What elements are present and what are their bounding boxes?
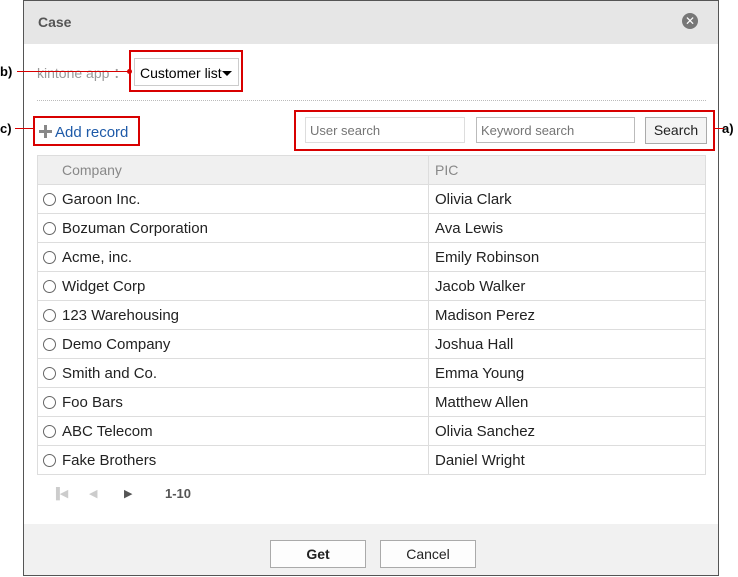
annotation-box-a — [294, 110, 715, 151]
company-cell: ABC Telecom — [56, 416, 429, 446]
company-cell: 123 Warehousing — [56, 300, 429, 330]
table-row[interactable]: Acme, inc. Emily Robinson — [37, 242, 706, 272]
pic-cell: Olivia Clark — [428, 184, 706, 214]
annotation-line-b — [17, 71, 129, 72]
dialog-title: Case — [38, 14, 72, 30]
annotation-label-a: a) — [722, 121, 734, 136]
row-radio-button[interactable] — [43, 425, 56, 439]
company-cell: Fake Brothers — [56, 445, 429, 475]
annotation-line-c — [15, 128, 33, 129]
row-radio-cell — [37, 329, 56, 359]
next-page-icon[interactable]: ▶ — [124, 487, 132, 500]
row-radio-button[interactable] — [43, 454, 56, 468]
annotation-label-c: c) — [0, 121, 12, 136]
table-row[interactable]: Smith and Co. Emma Young — [37, 358, 706, 388]
table-body: Garoon Inc. Olivia Clark Bozuman Corporati… — [37, 184, 706, 475]
pic-cell: Emily Robinson — [428, 242, 706, 272]
row-radio-cell — [37, 184, 56, 214]
row-radio-button[interactable] — [43, 309, 56, 323]
row-radio-cell — [37, 242, 56, 272]
row-radio-button[interactable] — [43, 396, 56, 410]
app-selector-label: kintone app ： — [37, 65, 128, 81]
pic-cell: Jacob Walker — [428, 271, 706, 301]
row-radio-cell — [37, 271, 56, 301]
annotation-label-b: b) — [0, 64, 13, 79]
records-table: Company PIC Garoon Inc. Olivia Clark Bozum… — [37, 155, 706, 475]
row-radio-cell — [37, 213, 56, 243]
table-row[interactable]: Demo Company Joshua Hall — [37, 329, 706, 359]
company-cell: Bozuman Corporation — [56, 213, 429, 243]
annotation-box-c — [33, 116, 140, 146]
row-radio-button[interactable] — [43, 367, 56, 381]
row-radio-cell — [37, 445, 56, 475]
pic-cell: Daniel Wright — [428, 445, 706, 475]
table-row[interactable]: Fake Brothers Daniel Wright — [37, 445, 706, 475]
pic-cell: Emma Young — [428, 358, 706, 388]
table-row[interactable]: Bozuman Corporation Ava Lewis — [37, 213, 706, 243]
table-row[interactable]: Foo Bars Matthew Allen — [37, 387, 706, 417]
dialog-title-bar: Case ✕ — [24, 1, 718, 44]
column-header-company: Company — [56, 155, 429, 185]
pic-cell: Ava Lewis — [428, 213, 706, 243]
annotation-dot-b — [127, 69, 132, 74]
previous-page-icon[interactable]: ◀ — [89, 487, 97, 500]
row-radio-button[interactable] — [43, 251, 56, 265]
pic-cell: Madison Perez — [428, 300, 706, 330]
company-cell: Smith and Co. — [56, 358, 429, 388]
pic-cell: Matthew Allen — [428, 387, 706, 417]
row-radio-cell — [37, 358, 56, 388]
row-radio-button[interactable] — [43, 222, 56, 236]
row-radio-cell — [37, 300, 56, 330]
row-radio-cell — [37, 387, 56, 417]
page-range: 1-10 — [165, 486, 192, 501]
get-button[interactable]: Get — [270, 540, 366, 568]
divider — [37, 100, 706, 101]
company-cell: Demo Company — [56, 329, 429, 359]
case-dialog: Case ✕ kintone app ： Customer list Add r… — [23, 0, 719, 576]
pic-cell: Olivia Sanchez — [428, 416, 706, 446]
table-row[interactable]: 123 Warehousing Madison Perez — [37, 300, 706, 330]
row-radio-button[interactable] — [43, 280, 56, 294]
company-cell: Acme, inc. — [56, 242, 429, 272]
first-page-icon[interactable]: ▐◀ — [52, 487, 68, 500]
annotation-box-b — [129, 50, 243, 92]
cancel-button[interactable]: Cancel — [380, 540, 476, 568]
table-row[interactable]: ABC Telecom Olivia Sanchez — [37, 416, 706, 446]
close-icon[interactable]: ✕ — [682, 13, 698, 29]
table-row[interactable]: Garoon Inc. Olivia Clark — [37, 184, 706, 214]
row-radio-button[interactable] — [43, 193, 56, 207]
column-header-pic: PIC — [428, 155, 706, 185]
row-radio-button[interactable] — [43, 338, 56, 352]
row-radio-cell — [37, 416, 56, 446]
pic-cell: Joshua Hall — [428, 329, 706, 359]
company-cell: Garoon Inc. — [56, 184, 429, 214]
company-cell: Foo Bars — [56, 387, 429, 417]
company-cell: Widget Corp — [56, 271, 429, 301]
table-header-row: Company PIC — [37, 155, 706, 185]
table-row[interactable]: Widget Corp Jacob Walker — [37, 271, 706, 301]
radio-column-header — [37, 155, 56, 185]
